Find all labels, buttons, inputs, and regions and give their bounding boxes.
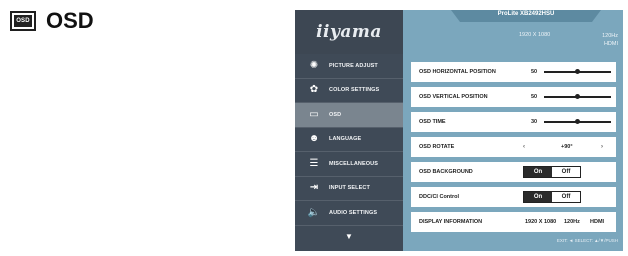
setting-label: OSD BACKGROUND: [419, 169, 473, 175]
horizontal-position-slider[interactable]: [544, 69, 611, 74]
setting-osd-time[interactable]: OSD TIME 30: [411, 112, 616, 132]
setting-value: 30: [531, 119, 538, 125]
slider-knob[interactable]: [575, 119, 580, 124]
frequency-readout: 120Hz: [602, 33, 618, 39]
vertical-position-slider[interactable]: [544, 94, 611, 99]
input-select-icon: ⇥: [309, 182, 319, 194]
menu-item-label: MISCELLANEOUS: [329, 160, 378, 167]
osd-time-slider[interactable]: [544, 119, 611, 124]
input-readout: HDMI: [603, 41, 618, 47]
status-panel: ProLite XB2492HSU 1920 X 1080 120Hz HDMI: [403, 10, 623, 54]
info-input: HDMI: [590, 219, 605, 225]
setting-display-information[interactable]: DISPLAY INFORMATION 1920 X 1080 120Hz HD…: [411, 212, 616, 232]
audio-settings-icon: 🔈: [307, 206, 321, 218]
chevron-right-icon[interactable]: ›: [601, 144, 603, 150]
toggle-on-option[interactable]: On: [524, 192, 552, 202]
slider-knob[interactable]: [575, 69, 580, 74]
setting-value: 50: [531, 94, 538, 100]
navigation-hint: EXIT: ◄ SELECT: ▲/▼/PUSH: [556, 238, 618, 243]
resolution-readout: 1920 X 1080: [519, 32, 551, 38]
osd-menu: ✺ PICTURE ADJUST ✿ COLOR SETTINGS ▭ OSD …: [295, 54, 403, 248]
setting-label: OSD VERTICAL POSITION: [419, 94, 488, 100]
brand-area: iiyama: [295, 10, 403, 54]
menu-item-label: AUDIO SETTINGS: [329, 209, 378, 216]
setting-label: DDC/CI Control: [419, 194, 460, 200]
setting-osd-background[interactable]: OSD BACKGROUND On Off: [411, 162, 616, 182]
toggle-off-option[interactable]: Off: [552, 192, 580, 202]
setting-label: OSD ROTATE: [419, 144, 455, 150]
setting-osd-horizontal-position[interactable]: OSD HORIZONTAL POSITION 50: [411, 62, 616, 82]
setting-label: OSD HORIZONTAL POSITION: [419, 69, 496, 75]
page-heading: OSD OSD: [10, 8, 94, 34]
setting-value: 50: [531, 69, 538, 75]
menu-item-audio-settings[interactable]: 🔈 AUDIO SETTINGS: [295, 201, 403, 226]
info-resolution: 1920 X 1080: [525, 219, 557, 225]
page-title: OSD: [46, 8, 94, 33]
language-icon: ☻: [308, 133, 320, 145]
toggle-off-option[interactable]: Off: [552, 167, 580, 177]
slider-knob[interactable]: [575, 94, 580, 99]
scroll-down-icon[interactable]: ▼: [295, 226, 403, 248]
osd-icon: OSD: [10, 11, 36, 31]
color-settings-icon: ✿: [309, 84, 319, 96]
menu-item-label: PICTURE ADJUST: [329, 62, 378, 69]
osd-background-toggle[interactable]: On Off: [523, 166, 581, 178]
menu-item-color-settings[interactable]: ✿ COLOR SETTINGS: [295, 79, 403, 103]
signal-readout: 120Hz HDMI: [602, 32, 618, 48]
info-frequency: 120Hz: [564, 219, 580, 225]
osd-icon: ▭: [309, 108, 319, 120]
settings-panel: OSD HORIZONTAL POSITION 50 OSD VERTICAL …: [403, 54, 623, 251]
menu-item-input-select[interactable]: ⇥ INPUT SELECT: [295, 177, 403, 201]
setting-label: OSD TIME: [419, 119, 446, 125]
miscellaneous-icon: ☰: [309, 157, 319, 169]
setting-osd-rotate[interactable]: OSD ROTATE ‹ +90° ›: [411, 137, 616, 157]
menu-item-language[interactable]: ☻ LANGUAGE: [295, 128, 403, 152]
toggle-on-option[interactable]: On: [524, 167, 552, 177]
picture-adjust-icon: ✺: [309, 59, 319, 71]
menu-item-picture-adjust[interactable]: ✺ PICTURE ADJUST: [295, 54, 403, 79]
model-name: ProLite XB2492HSU: [497, 11, 555, 17]
osd-window: iiyama ProLite XB2492HSU 1920 X 1080 120…: [295, 10, 623, 251]
brand-logo: iiyama: [316, 22, 382, 42]
menu-item-label: LANGUAGE: [329, 136, 362, 143]
menu-item-osd[interactable]: ▭ OSD: [295, 103, 403, 128]
osd-icon-text: OSD: [16, 18, 30, 24]
ddc-ci-toggle[interactable]: On Off: [523, 191, 581, 203]
rotate-value: +90°: [561, 144, 573, 150]
menu-item-miscellaneous[interactable]: ☰ MISCELLANEOUS: [295, 152, 403, 177]
setting-osd-vertical-position[interactable]: OSD VERTICAL POSITION 50: [411, 87, 616, 107]
menu-item-label: INPUT SELECT: [329, 185, 370, 192]
menu-item-label: COLOR SETTINGS: [329, 87, 380, 94]
setting-ddc-ci-control[interactable]: DDC/CI Control On Off: [411, 187, 616, 207]
menu-item-label: OSD: [329, 111, 342, 118]
chevron-left-icon[interactable]: ‹: [523, 144, 525, 150]
setting-label: DISPLAY INFORMATION: [419, 219, 483, 225]
